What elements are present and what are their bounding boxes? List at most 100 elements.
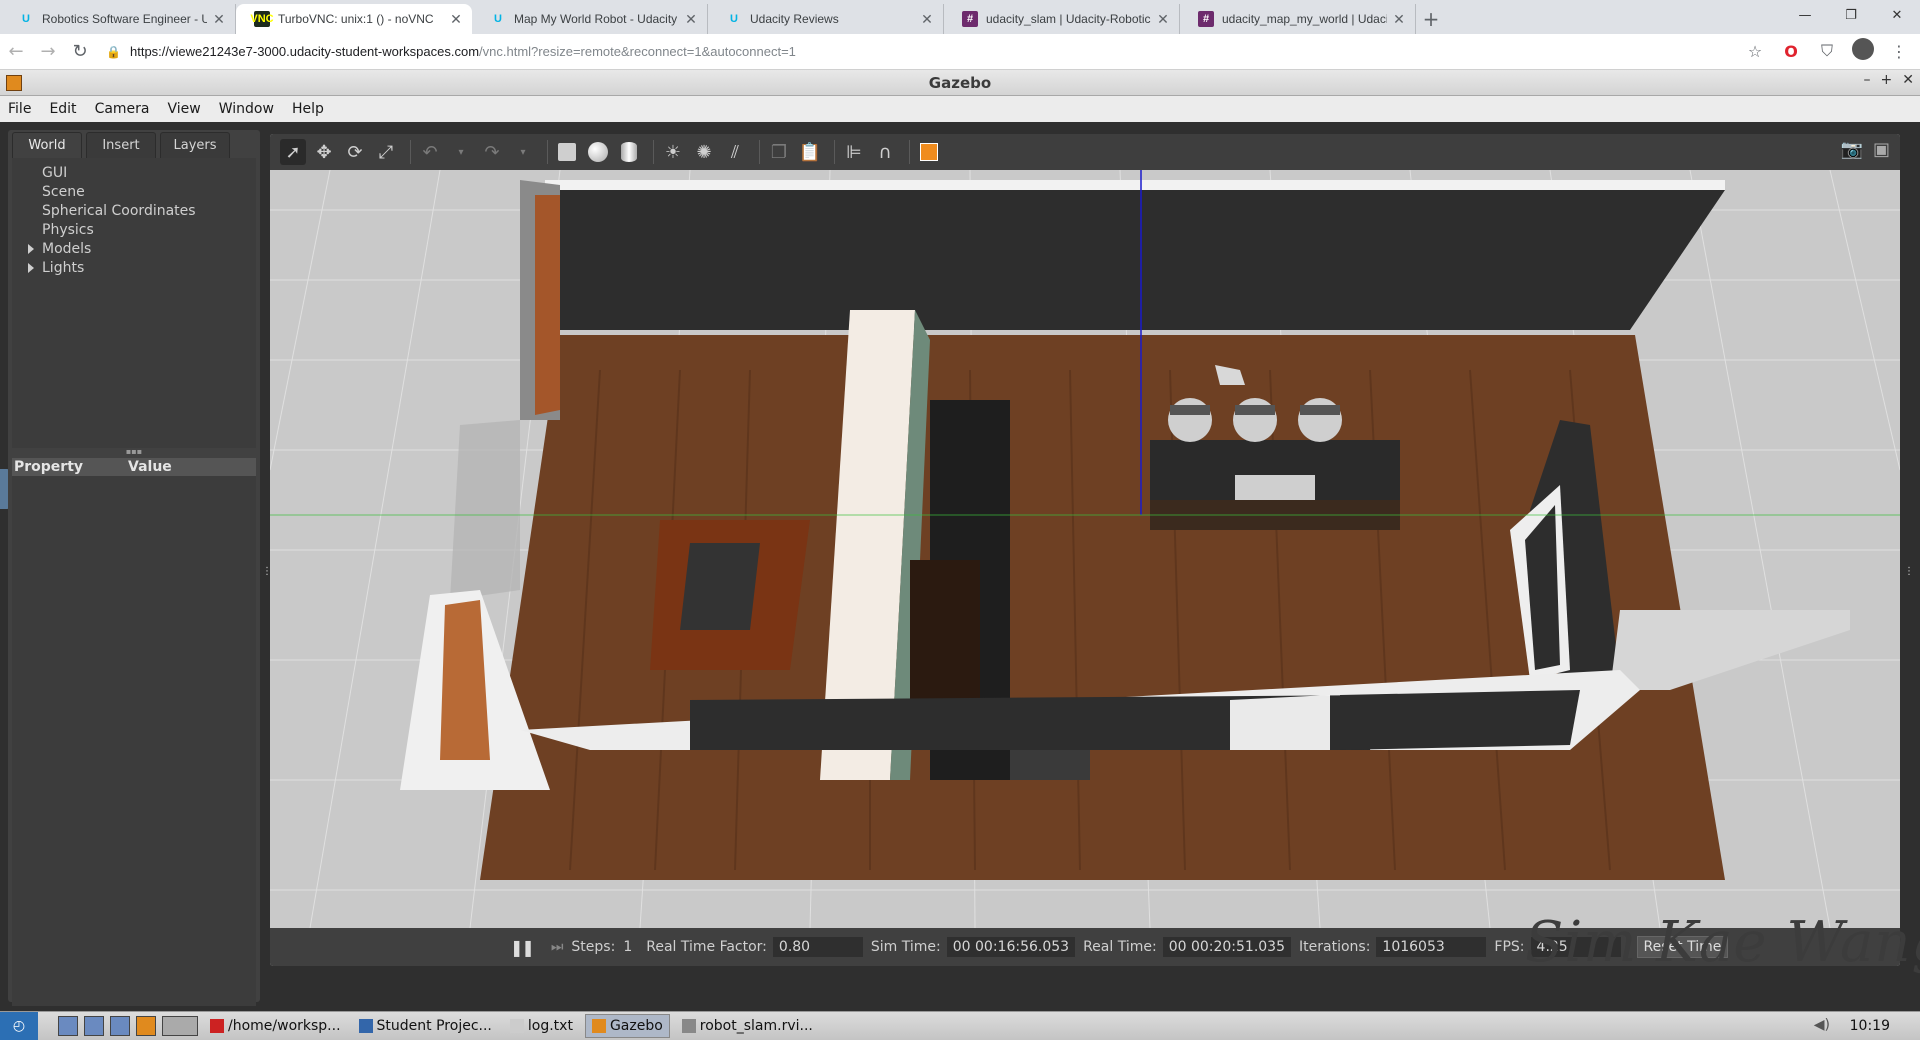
shield-extension-icon[interactable]: ⛉ [1816,41,1838,61]
profile-avatar[interactable] [1852,38,1874,64]
menu-view[interactable]: View [168,101,201,117]
tree-item-physics[interactable]: Physics [22,221,256,240]
point-light-icon[interactable]: ☀ [660,139,686,165]
directional-light-icon[interactable]: ⫽ [722,139,748,165]
terminal-icon[interactable] [110,1016,130,1036]
screenshot-camera-icon[interactable]: 📷 [1841,139,1863,160]
redo-icon[interactable]: ↷ [479,139,505,165]
pause-icon[interactable]: ❚❚ [510,938,535,957]
start-menu-icon[interactable]: ◴ [0,1012,38,1040]
bookmark-star-icon[interactable]: ☆ [1744,42,1766,61]
close-icon[interactable]: ✕ [1902,72,1914,88]
blank-task-icon[interactable] [162,1016,198,1036]
tab-insert[interactable]: Insert [86,132,156,158]
tab-world[interactable]: World [12,132,82,158]
file-manager-icon[interactable] [84,1016,104,1036]
scene-3d-house [270,170,1900,928]
log-record-icon[interactable]: ▣ [1873,139,1890,160]
slack-icon: # [962,11,978,27]
close-icon[interactable]: ✕ [919,11,935,28]
browser-tab-udacity-slam[interactable]: # udacity_slam | Udacity-Robotics-S ✕ [944,4,1180,34]
menu-help[interactable]: Help [292,101,324,117]
cylinder-shape-icon[interactable] [616,139,642,165]
task-log[interactable]: log.txt [504,1014,579,1038]
window-title: Gazebo [928,74,992,92]
maximize-icon[interactable]: + [1881,72,1893,88]
snap-icon[interactable]: ∩ [872,139,898,165]
world-panel: World Insert Layers GUI Scene Spherical … [8,130,260,1006]
select-mode-icon[interactable]: ➚ [280,139,306,165]
new-tab-button[interactable]: + [1416,4,1446,34]
restore-icon[interactable]: ❐ [1828,0,1874,30]
splitter-grip-right[interactable]: ⋮ [1904,566,1914,582]
browser-tab-map-my-world-slack[interactable]: # udacity_map_my_world | Udacity ✕ [1180,4,1416,34]
step-icon[interactable]: ⏭ [551,939,564,955]
undo-dropdown-icon[interactable]: ▾ [448,139,474,165]
reload-icon[interactable]: ↻ [64,41,96,62]
spot-light-icon[interactable]: ✺ [691,139,717,165]
close-window-icon[interactable]: ✕ [1874,0,1920,30]
splitter-grip-left[interactable]: ⋮ [262,566,272,582]
redo-dropdown-icon[interactable]: ▾ [510,139,536,165]
undo-icon[interactable]: ↶ [417,139,443,165]
menu-window[interactable]: Window [219,101,274,117]
rotate-mode-icon[interactable]: ⟳ [342,139,368,165]
gazebo-launch-icon[interactable] [136,1016,156,1036]
gazebo-menubar: File Edit Camera View Window Help [0,96,1920,122]
menu-edit[interactable]: Edit [49,101,76,117]
translate-mode-icon[interactable]: ✥ [311,139,337,165]
close-icon[interactable]: ✕ [1391,11,1407,28]
slack-icon: # [1198,11,1214,27]
panel-splitter[interactable]: ▪▪▪ [8,448,260,458]
desktop-icon[interactable] [58,1016,78,1036]
opera-extension-icon[interactable]: O [1780,42,1802,61]
task-rviz[interactable]: robot_slam.rvi... [676,1014,819,1038]
clock: 10:19 [1849,1018,1890,1034]
close-icon[interactable]: ✕ [448,11,464,28]
back-arrow-icon[interactable]: ← [0,41,32,62]
task-terminal[interactable]: /home/worksp... [204,1014,347,1038]
browser-tab-turbovnc[interactable]: VNC TurboVNC: unix:1 () - noVNC ✕ [236,4,472,34]
menu-file[interactable]: File [8,101,31,117]
url-host: https://viewe21243e7-3000.udacity-studen… [130,44,480,59]
task-gazebo[interactable]: Gazebo [584,1014,670,1038]
copy-icon[interactable]: ❐ [766,139,792,165]
tree-item-scene[interactable]: Scene [22,183,256,202]
task-student-project[interactable]: Student Projec... [353,1014,498,1038]
tree-item-spherical-coordinates[interactable]: Spherical Coordinates [22,202,256,221]
forward-arrow-icon[interactable]: → [32,41,64,62]
real-time-label: Real Time: [1083,939,1157,955]
render-viewport[interactable]: ➚ ✥ ⟳ ⤢ ↶ ▾ ↷ ▾ ☀ ✺ ⫽ ❐ 📋 ⊫ ∩ 📷 ▣ ❚❚ ⏭ S… [270,134,1900,966]
browser-tab-map-my-world[interactable]: U Map My World Robot - Udacity ✕ [472,4,708,34]
fps-label: FPS: [1494,939,1525,955]
browser-tab-reviews[interactable]: U Udacity Reviews ✕ [708,4,944,34]
close-icon[interactable]: ✕ [683,11,699,28]
box-shape-icon[interactable] [554,139,580,165]
tree-item-lights[interactable]: Lights [22,259,256,278]
steps-value[interactable]: 1 [623,939,632,955]
iterations-value: 1016053 [1376,937,1487,957]
close-icon[interactable]: ✕ [211,11,227,28]
volume-icon[interactable]: ◀) [1814,1017,1830,1033]
sphere-shape-icon[interactable] [585,139,611,165]
viewport-toolbar: ➚ ✥ ⟳ ⤢ ↶ ▾ ↷ ▾ ☀ ✺ ⫽ ❐ 📋 ⊫ ∩ 📷 ▣ [270,134,1900,170]
minimize-icon[interactable]: — [1782,0,1828,30]
tree-item-gui[interactable]: GUI [22,164,256,183]
browser-window-controls: — ❐ ✕ [1782,0,1920,30]
back-wall [545,190,1725,330]
align-icon[interactable]: ⊫ [841,139,867,165]
gazebo-main: World Insert Layers GUI Scene Spherical … [0,122,1920,1011]
close-icon[interactable]: ✕ [1155,11,1171,28]
scale-mode-icon[interactable]: ⤢ [373,139,399,165]
paste-icon[interactable]: 📋 [797,139,823,165]
tab-layers[interactable]: Layers [160,132,230,158]
menu-camera[interactable]: Camera [95,101,150,117]
minimize-icon[interactable]: – [1864,72,1871,88]
tree-item-models[interactable]: Models [22,240,256,259]
browser-tab-robotics[interactable]: U Robotics Software Engineer - Uda ✕ [0,4,236,34]
view-angle-icon[interactable] [916,139,942,165]
url-field[interactable]: 🔒 https://viewe21243e7-3000.udacity-stud… [106,38,1726,66]
sim-time-label: Sim Time: [870,939,941,955]
task-label: /home/worksp... [228,1018,341,1034]
menu-kebab-icon[interactable]: ⋮ [1888,42,1910,61]
